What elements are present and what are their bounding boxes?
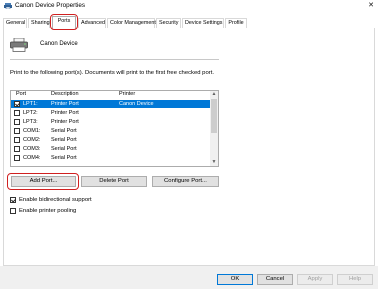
port-name: COM2: bbox=[23, 137, 41, 143]
separator bbox=[10, 59, 219, 60]
help-button[interactable]: Help bbox=[337, 274, 373, 285]
printer-app-icon bbox=[4, 3, 12, 9]
printer-pooling-option[interactable]: Enable printer pooling bbox=[10, 207, 150, 215]
port-row-lpt3[interactable]: LPT3: Printer Port bbox=[11, 118, 211, 126]
bidirectional-support-checkbox[interactable] bbox=[10, 197, 16, 203]
tab-profile[interactable]: Profile bbox=[225, 18, 247, 28]
port-name: COM1: bbox=[23, 128, 41, 134]
port-printer: Canon Device bbox=[119, 101, 154, 107]
port-checkbox[interactable] bbox=[14, 137, 20, 143]
port-name: LPT1: bbox=[23, 101, 38, 107]
port-row-com3[interactable]: COM3: Serial Port bbox=[11, 145, 211, 153]
add-port-highlight bbox=[7, 173, 79, 190]
tab-device-settings[interactable]: Device Settings bbox=[182, 18, 224, 28]
ports-list-scrollbar[interactable]: ▲ ▼ bbox=[210, 91, 218, 166]
port-checkbox[interactable] bbox=[14, 155, 20, 161]
port-description: Serial Port bbox=[51, 155, 77, 161]
tab-security[interactable]: Security bbox=[156, 18, 181, 28]
column-printer[interactable]: Printer bbox=[119, 91, 135, 98]
port-description: Serial Port bbox=[51, 128, 77, 134]
tab-color-management[interactable]: Color Management bbox=[107, 18, 156, 28]
port-row-lpt2[interactable]: LPT2: Printer Port bbox=[11, 109, 211, 117]
tab-general[interactable]: General bbox=[3, 18, 27, 28]
tab-advanced[interactable]: Advanced bbox=[78, 18, 106, 28]
printer-icon bbox=[10, 38, 28, 52]
title-bar: Canon Device Properties ✕ bbox=[0, 0, 378, 12]
port-checkbox[interactable] bbox=[14, 110, 20, 116]
device-name: Canon Device bbox=[40, 41, 78, 47]
tab-sharing[interactable]: Sharing bbox=[28, 18, 50, 28]
ports-list-header: Port Description Printer bbox=[11, 91, 211, 99]
port-name: COM4: bbox=[23, 155, 41, 161]
ports-description: Print to the following port(s). Document… bbox=[10, 70, 214, 76]
port-description: Serial Port bbox=[51, 137, 77, 143]
port-description: Serial Port bbox=[51, 146, 77, 152]
printer-pooling-checkbox[interactable] bbox=[10, 208, 16, 214]
scrollbar-thumb[interactable] bbox=[211, 99, 217, 133]
port-row-com4[interactable]: COM4: Serial Port bbox=[11, 154, 211, 162]
delete-port-button[interactable]: Delete Port bbox=[81, 176, 147, 187]
bidirectional-support-option[interactable]: Enable bidirectional support bbox=[10, 196, 150, 204]
printer-pooling-label[interactable]: Enable printer pooling bbox=[19, 207, 76, 215]
port-name: COM3: bbox=[23, 146, 41, 152]
port-row-com1[interactable]: COM1: Serial Port bbox=[11, 127, 211, 135]
port-name: LPT3: bbox=[23, 119, 38, 125]
port-description: Printer Port bbox=[51, 110, 79, 116]
chevron-down-icon[interactable]: ▼ bbox=[210, 159, 218, 166]
ok-button[interactable]: OK bbox=[217, 274, 253, 285]
ports-tab-highlight bbox=[50, 14, 78, 30]
column-port[interactable]: Port bbox=[16, 91, 26, 98]
configure-port-button[interactable]: Configure Port... bbox=[152, 176, 219, 187]
port-checkbox[interactable] bbox=[14, 119, 20, 125]
close-icon[interactable]: ✕ bbox=[368, 1, 374, 11]
port-row-lpt1[interactable]: LPT1: Printer Port Canon Device bbox=[11, 100, 211, 108]
port-checkbox[interactable] bbox=[14, 128, 20, 134]
apply-button[interactable]: Apply bbox=[297, 274, 333, 285]
ports-list[interactable]: Port Description Printer LPT1: Printer P… bbox=[10, 90, 219, 167]
port-description: Printer Port bbox=[51, 101, 79, 107]
port-checkbox[interactable] bbox=[14, 146, 20, 152]
bidirectional-support-label[interactable]: Enable bidirectional support bbox=[19, 196, 92, 204]
cancel-button[interactable]: Cancel bbox=[257, 274, 293, 285]
column-description[interactable]: Description bbox=[51, 91, 79, 98]
port-row-com2[interactable]: COM2: Serial Port bbox=[11, 136, 211, 144]
port-description: Printer Port bbox=[51, 119, 79, 125]
port-checkbox[interactable] bbox=[14, 101, 20, 107]
port-name: LPT2: bbox=[23, 110, 38, 116]
window-title: Canon Device Properties bbox=[15, 2, 86, 9]
scroll-up-icon[interactable]: ▲ bbox=[210, 91, 218, 98]
